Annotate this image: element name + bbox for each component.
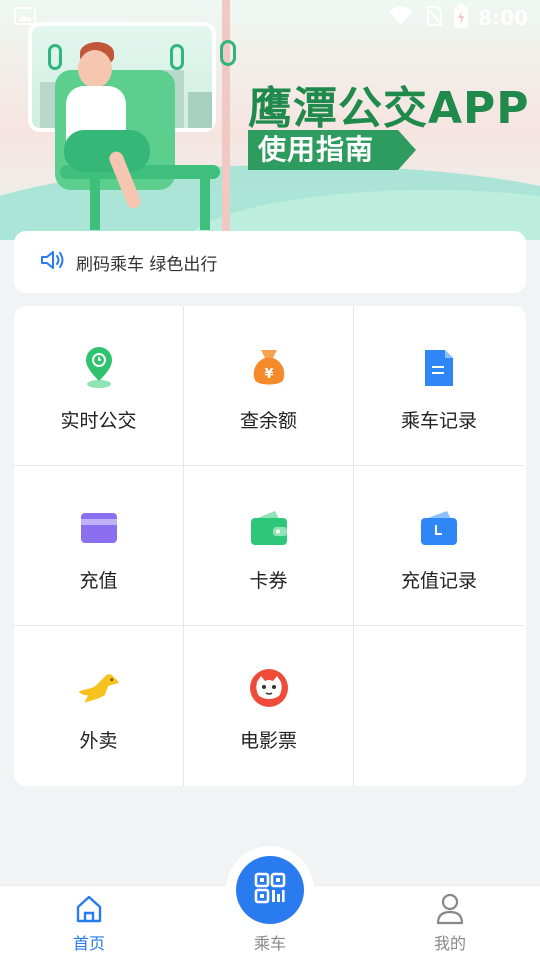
home-icon bbox=[72, 892, 106, 926]
grid-item-balance[interactable]: ¥ 查余额 bbox=[184, 306, 354, 466]
image-icon bbox=[14, 6, 36, 30]
tab-ride-qr-button[interactable] bbox=[236, 856, 304, 924]
grid-item-label: 查余额 bbox=[239, 410, 297, 432]
banner-subtitle-tag: 使用指南 bbox=[248, 130, 416, 170]
bus-pole bbox=[222, 0, 230, 240]
hand-strap-icon bbox=[220, 40, 236, 66]
status-bar: 8:00 bbox=[0, 0, 540, 36]
money-bag-icon: ¥ bbox=[247, 346, 291, 390]
bus-seat-leg bbox=[90, 175, 100, 230]
passenger-skirt bbox=[64, 130, 150, 172]
speaker-icon bbox=[40, 249, 66, 275]
grid-item-realtime-bus[interactable]: 实时公交 bbox=[14, 306, 184, 466]
passenger-head bbox=[78, 50, 112, 88]
grid-item-recharge[interactable]: 充值 bbox=[14, 466, 184, 626]
grid-item-label: 外卖 bbox=[79, 730, 118, 752]
grid-item-label: 乘车记录 bbox=[400, 410, 477, 432]
grid-item-label: 充值记录 bbox=[400, 570, 477, 592]
status-right: 8:00 bbox=[388, 4, 528, 32]
no-sim-icon bbox=[424, 5, 444, 31]
svg-text:¥: ¥ bbox=[264, 367, 273, 382]
grid-item-movie-tickets[interactable]: 电影票 bbox=[184, 626, 354, 786]
notice-bar[interactable]: 刷码乘车 绿色出行 bbox=[14, 231, 526, 293]
wallet-record-icon bbox=[417, 506, 461, 550]
bus-location-pin-icon bbox=[77, 346, 121, 390]
battery-charging-icon bbox=[454, 4, 469, 32]
grid-item-ride-records[interactable]: 乘车记录 bbox=[354, 306, 524, 466]
arrow-tag-icon bbox=[398, 130, 416, 170]
wallet-icon bbox=[247, 506, 291, 550]
notice-text: 刷码乘车 绿色出行 bbox=[76, 254, 218, 275]
user-icon bbox=[433, 892, 467, 926]
wifi-icon bbox=[388, 5, 414, 31]
bus-seat-leg bbox=[200, 175, 210, 230]
tab-ride-label[interactable]: 乘车 bbox=[220, 930, 320, 954]
tab-home[interactable]: 首页 bbox=[34, 886, 144, 960]
tab-label: 首页 bbox=[72, 934, 105, 953]
grid-item-label: 卡券 bbox=[249, 570, 288, 592]
grid-item-label: 实时公交 bbox=[60, 410, 137, 432]
tab-mine[interactable]: 我的 bbox=[395, 886, 505, 960]
banner-title: 鹰潭公交APP bbox=[248, 83, 530, 134]
status-time: 8:00 bbox=[478, 6, 528, 30]
building bbox=[188, 92, 212, 128]
kangaroo-icon bbox=[77, 666, 121, 710]
tab-label: 我的 bbox=[433, 934, 466, 953]
hand-strap-icon bbox=[170, 44, 184, 70]
grid-item-recharge-records[interactable]: 充值记录 bbox=[354, 466, 524, 626]
banner[interactable]: 鹰潭公交APP 使用指南 bbox=[0, 0, 540, 240]
hand-strap-icon bbox=[48, 44, 62, 70]
grid-item-label: 充值 bbox=[79, 570, 118, 592]
grid-item-coupons[interactable]: 卡券 bbox=[184, 466, 354, 626]
grid-item-takeout[interactable]: 外卖 bbox=[14, 626, 184, 786]
cat-icon bbox=[247, 666, 291, 710]
feature-grid: 实时公交 ¥ 查余额 乘车记录 充值 卡券 充值记录 外卖 电影票 bbox=[14, 306, 526, 786]
qr-code-icon bbox=[254, 872, 286, 908]
grid-item-empty bbox=[354, 626, 524, 786]
card-icon bbox=[77, 506, 121, 550]
document-icon bbox=[417, 346, 461, 390]
grid-item-label: 电影票 bbox=[239, 730, 297, 752]
banner-subtitle: 使用指南 bbox=[248, 130, 398, 170]
